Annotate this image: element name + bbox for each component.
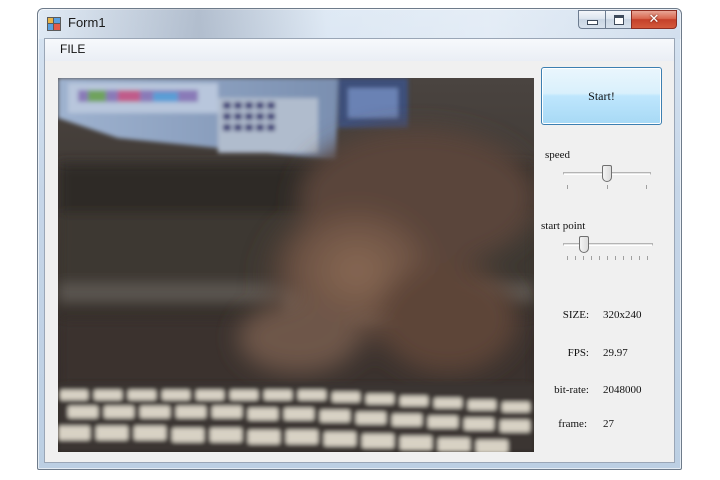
menu-file[interactable]: FILE [56, 42, 89, 56]
app-icon [47, 17, 61, 31]
client-area: FILE Start! speed start point SIZE: 320x… [44, 38, 675, 463]
bitrate-key: bit-rate: [554, 384, 589, 396]
speed-slider-ticks [563, 185, 651, 189]
bitrate-value: 2048000 [603, 384, 642, 396]
start-button[interactable]: Start! [541, 67, 662, 125]
window-title: Form1 [68, 15, 106, 30]
video-preview [58, 78, 534, 452]
menu-bar: FILE [45, 39, 674, 61]
speed-slider[interactable] [563, 165, 651, 191]
speed-slider-thumb[interactable] [602, 165, 612, 182]
caption-buttons: ✕ [578, 10, 677, 30]
speed-label: speed [545, 149, 571, 161]
start-point-slider-track [563, 243, 653, 246]
size-value: 320x240 [603, 309, 642, 321]
fps-key: FPS: [567, 347, 589, 359]
minimize-button[interactable] [578, 10, 605, 29]
size-key: SIZE: [562, 309, 589, 321]
close-button[interactable]: ✕ [631, 10, 677, 29]
video-frame-image [58, 78, 534, 452]
maximize-button[interactable] [605, 10, 631, 29]
close-icon: ✕ [648, 12, 660, 27]
minimize-icon [586, 20, 598, 25]
fps-value: 29.97 [603, 347, 628, 359]
start-point-slider-thumb[interactable] [579, 236, 589, 253]
start-point-label: start point [541, 220, 586, 232]
frame-key: frame: [558, 418, 587, 430]
maximize-icon [613, 14, 624, 25]
titlebar[interactable]: Form1 ✕ [38, 9, 681, 39]
frame-value: 27 [603, 418, 614, 430]
start-point-slider-ticks [563, 256, 653, 260]
start-point-slider[interactable] [563, 236, 653, 262]
app-window: Form1 ✕ FILE Start! speed start point SI… [37, 8, 682, 470]
